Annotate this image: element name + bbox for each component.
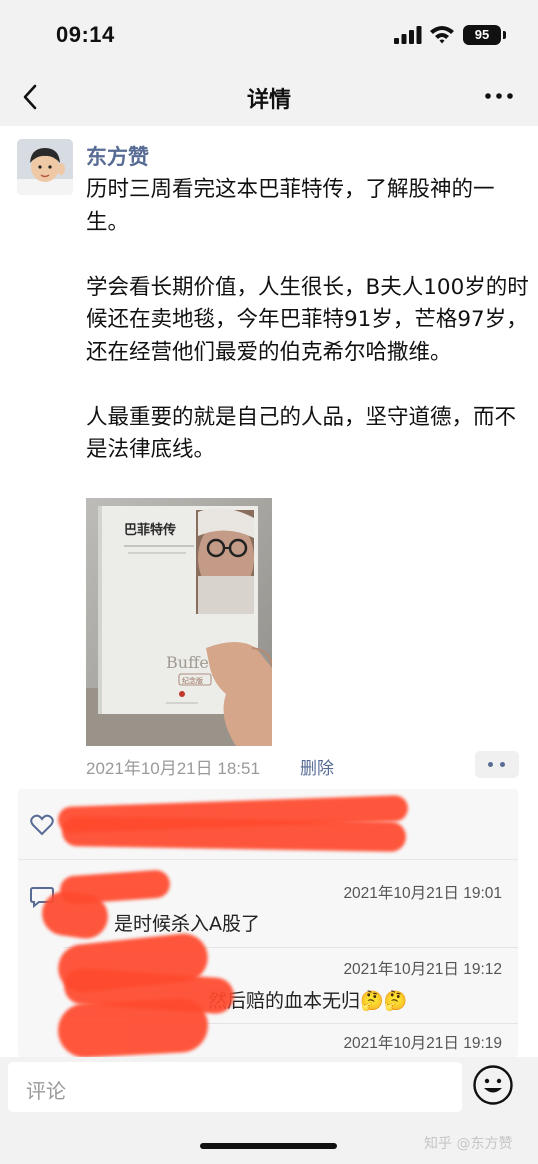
- likes-row: [18, 789, 518, 859]
- post-body: 历时三周看完这本巴菲特传，了解股神的一生。 学会看长期价值，人生很长，B夫人10…: [86, 174, 532, 467]
- status-time: 09:14: [56, 22, 115, 47]
- post-actions-button[interactable]: [475, 751, 519, 778]
- comment-input[interactable]: 评论: [8, 1062, 462, 1112]
- comment-input-bar: 评论 知乎 @东方赞: [0, 1057, 538, 1164]
- status-bar: 09:14 95: [0, 0, 538, 70]
- delete-link[interactable]: 删除: [300, 754, 334, 779]
- book-edition: 纪念版: [182, 676, 203, 685]
- page-title: 详情: [246, 88, 291, 113]
- nav-bar: 详情: [0, 70, 538, 126]
- wifi-icon: [430, 26, 454, 44]
- comment-timestamp: 2021年10月21日 19:19: [343, 1035, 502, 1052]
- comment-text[interactable]: 是时候杀入A股了: [114, 909, 260, 936]
- comment-timestamp: 2021年10月21日 19:01: [343, 885, 502, 902]
- battery-tip: [503, 31, 506, 39]
- author-name[interactable]: 东方赞: [86, 141, 149, 171]
- comment-input-placeholder: 评论: [26, 1079, 66, 1103]
- post-timestamp: 2021年10月21日 18:51: [86, 759, 260, 778]
- cellular-signal-icon: [394, 26, 422, 44]
- post-paragraph: 人最重要的就是自己的人品，坚守道德，而不是法律底线。: [86, 404, 517, 463]
- interaction-panel: 2021年10月21日 19:01 是时候杀入A股了 2021年10月21日 1…: [18, 789, 518, 1057]
- divider: [18, 859, 518, 860]
- comment-text[interactable]: 然后赔的血本无归🤔🤔: [208, 986, 407, 1013]
- heart-icon: [30, 814, 54, 836]
- watermark: 知乎 @东方赞: [424, 1136, 513, 1152]
- dot-icon: [500, 762, 505, 767]
- post-paragraph: 学会看长期价值，人生很长，B夫人100岁的时候还在卖地毯，今年巴菲特91岁，芒格…: [86, 274, 529, 365]
- redaction-mark: [61, 816, 407, 852]
- dot-icon: [488, 762, 493, 767]
- book-title: 巴菲特传: [124, 522, 176, 538]
- home-indicator: [200, 1143, 337, 1149]
- comment-timestamp: 2021年10月21日 19:12: [343, 961, 502, 978]
- avatar[interactable]: [17, 139, 73, 195]
- ellipsis-icon[interactable]: [478, 84, 520, 108]
- emoji-icon[interactable]: [472, 1064, 514, 1106]
- redaction-mark: [56, 997, 210, 1057]
- battery-indicator: 95: [463, 25, 501, 45]
- post-paragraph: 历时三周看完这本巴菲特传，了解股神的一生。: [86, 177, 495, 235]
- post-photo[interactable]: 巴菲特传 Buffett 纪念版: [86, 498, 272, 746]
